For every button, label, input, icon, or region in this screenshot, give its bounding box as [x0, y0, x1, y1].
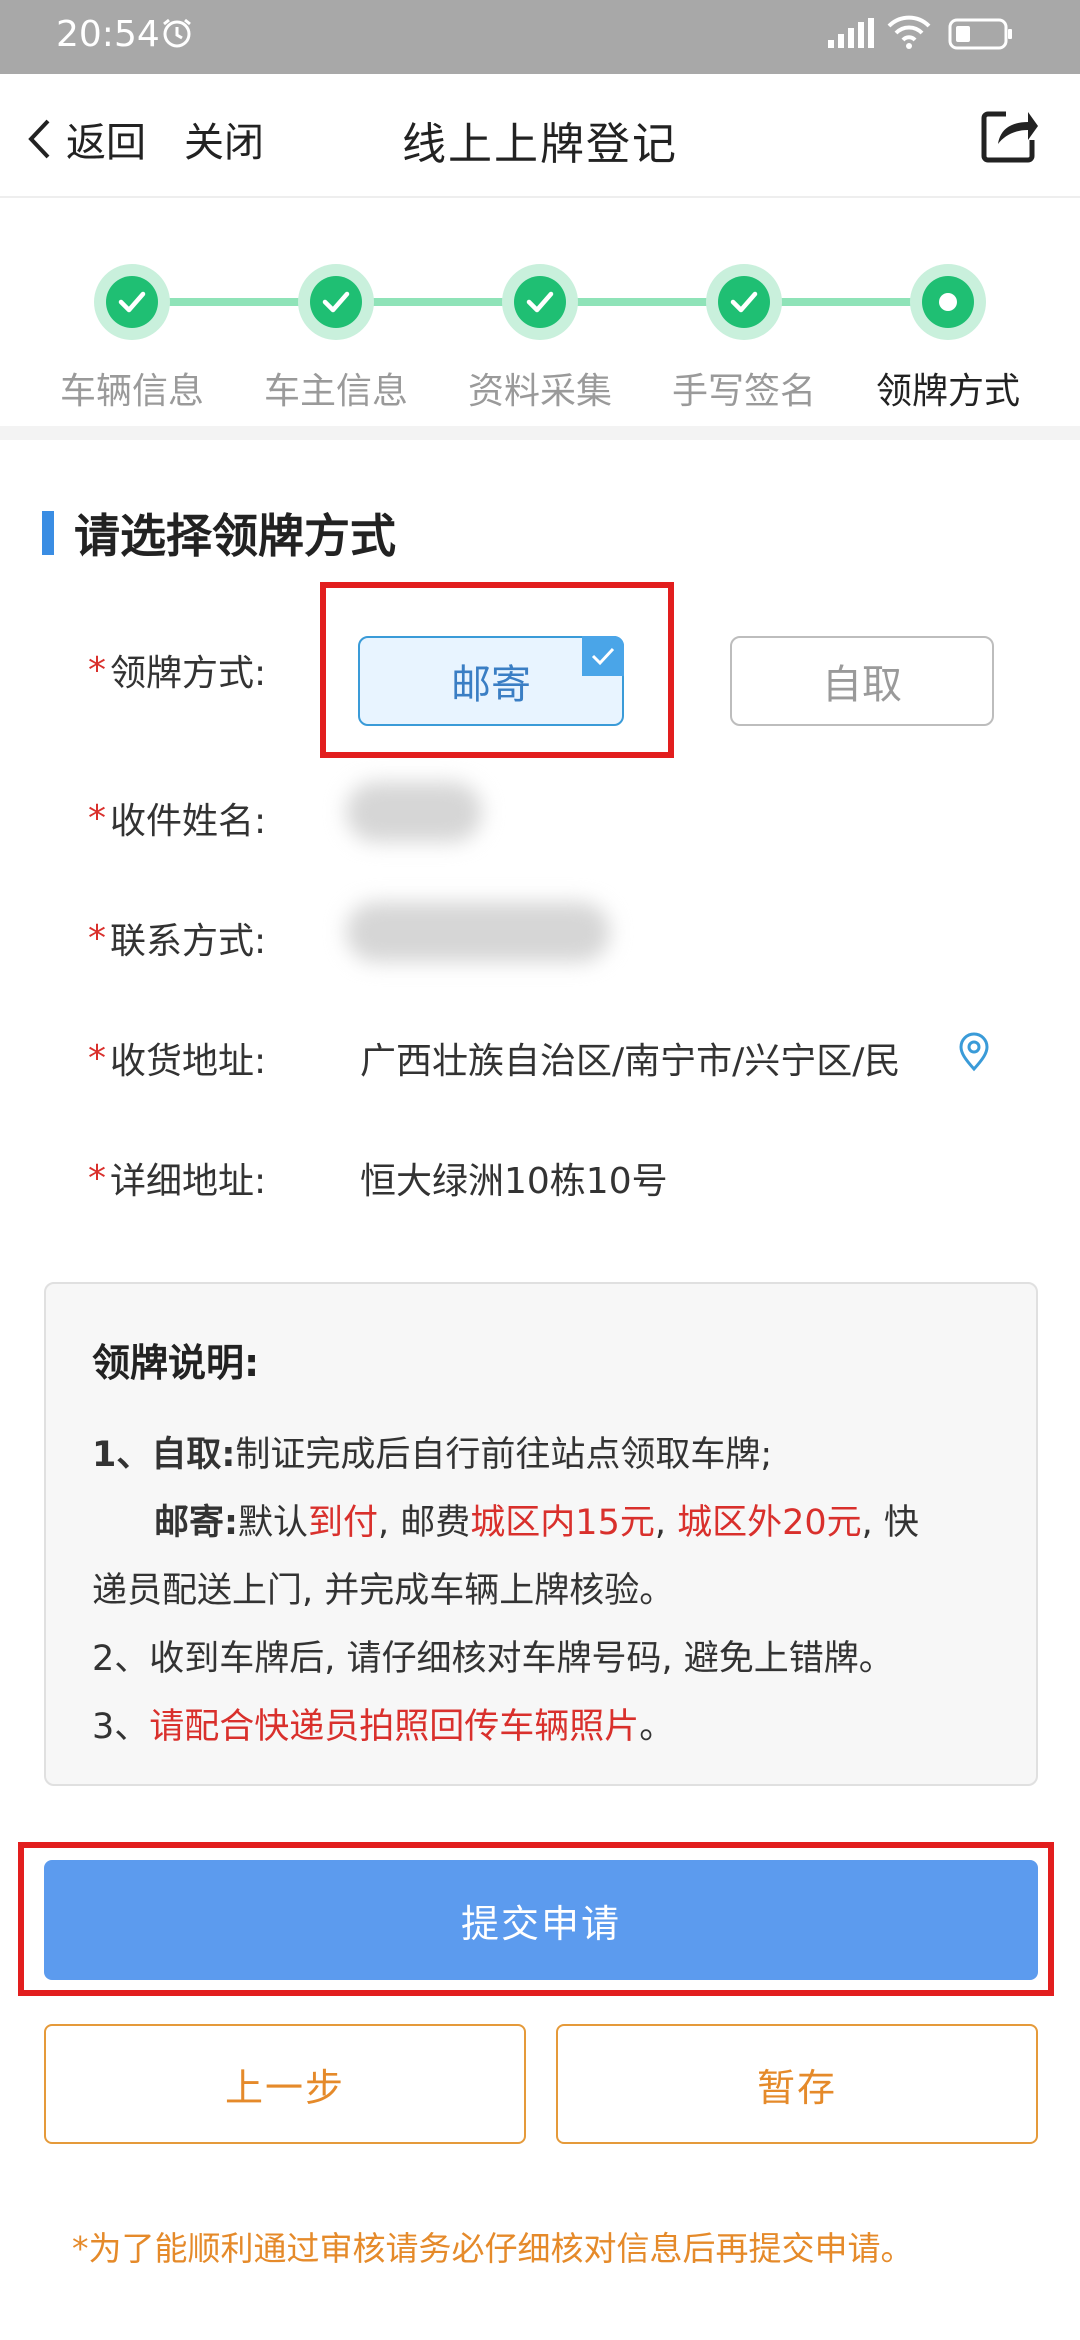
wifi-icon [886, 14, 932, 54]
notice-title: 领牌说明: [92, 1341, 260, 1385]
share-button[interactable] [978, 104, 1040, 170]
share-icon [981, 111, 1038, 163]
notice-box: 领牌说明: 1、自取:制证完成后自行前往站点领取车牌; 邮寄:默认到付, 邮费城… [44, 1282, 1038, 1786]
required-mark: * [88, 1037, 106, 1079]
notice-l2-e: , [654, 1503, 678, 1543]
step-4: 手写签名 [664, 264, 824, 414]
battery-icon [948, 18, 1014, 54]
name-row-label: * 收件姓名: [88, 792, 266, 844]
check-icon [310, 276, 362, 328]
alarm-icon [160, 16, 194, 54]
current-step-dot-icon [922, 276, 974, 328]
detail-row-label: * 详细地址: [88, 1152, 266, 1204]
section-accent-bar [42, 511, 54, 555]
option-self-label: 自取 [822, 662, 902, 708]
notice-l5-red: 请配合快递员拍照回传车辆照片 [149, 1707, 640, 1747]
notice-line-1: 1、自取:制证完成后自行前往站点领取车牌; [92, 1421, 990, 1489]
notice-l2-f: 城区外20元 [677, 1503, 862, 1543]
notice-line-3: 递员配送上门, 并完成车辆上牌核验。 [92, 1571, 675, 1611]
required-mark: * [88, 917, 106, 959]
notice-l2-d: 城区内15元 [470, 1503, 655, 1543]
location-pin-icon[interactable] [956, 1032, 992, 1076]
notice-line-2: 邮寄:默认到付, 邮费城区内15元, 城区外20元, 快 [92, 1489, 990, 1557]
page-title: 线上上牌登记 [402, 119, 678, 170]
step-3: 资料采集 [460, 264, 620, 414]
status-time: 20:54 [56, 14, 160, 55]
notice-l5-head: 3、 [92, 1707, 150, 1747]
notice-line-5: 3、请配合快递员拍照回传车辆照片。 [92, 1693, 990, 1761]
notice-line-4: 2、收到车牌后, 请仔细核对车牌号码, 避免上错牌。 [92, 1639, 894, 1679]
address-label: 收货地址: [110, 1041, 267, 1082]
footnote: *为了能顺利通过审核请务必仔细核对信息后再提交申请。 [72, 2229, 914, 2268]
check-icon [718, 276, 770, 328]
check-icon [106, 276, 158, 328]
status-bar: 20:54 [0, 0, 1080, 74]
save-draft-button[interactable]: 暂存 [556, 2024, 1038, 2144]
step-label: 车主信息 [263, 371, 408, 412]
address-row-label: * 收货地址: [88, 1032, 266, 1084]
nav-bar: 返回 关闭 线上上牌登记 [0, 74, 1080, 198]
method-label: 领牌方式: [110, 653, 267, 694]
method-row-label: * 领牌方式: [88, 644, 266, 696]
notice-l1-text: 制证完成后自行前往站点领取车牌; [235, 1435, 773, 1475]
step-label: 手写签名 [671, 371, 816, 412]
required-mark: * [88, 1157, 106, 1199]
option-self-pickup-button[interactable]: 自取 [730, 636, 994, 726]
section-title-text: 请选择领牌方式 [74, 509, 396, 563]
section-title: 请选择领牌方式 [42, 500, 396, 566]
name-label: 收件姓名: [110, 801, 267, 842]
previous-step-button[interactable]: 上一步 [44, 2024, 526, 2144]
notice-l2-b: 到付 [308, 1503, 379, 1543]
step-label: 领牌方式 [875, 371, 1020, 412]
detail-address-value[interactable]: 恒大绿洲10栋10号 [360, 1152, 668, 1204]
highlight-box-method [320, 582, 674, 758]
step-2: 车主信息 [256, 264, 416, 414]
address-value[interactable]: 广西壮族自治区/南宁市/兴宁区/民 [360, 1032, 936, 1084]
notice-l1-head: 1、自取: [92, 1435, 236, 1475]
step-1: 车辆信息 [52, 264, 212, 414]
recipient-name-redacted[interactable] [346, 782, 482, 842]
step-indicator: 车辆信息 车主信息 资料采集 手写签名 领牌方式 [0, 212, 1080, 440]
highlight-box-submit [18, 1842, 1054, 1996]
notice-l2-g: , 快 [861, 1503, 919, 1543]
step-label: 资料采集 [467, 371, 612, 412]
contact-label: 联系方式: [110, 921, 267, 962]
contact-row-label: * 联系方式: [88, 912, 266, 964]
required-mark: * [88, 797, 106, 839]
step-5: 领牌方式 [868, 264, 1028, 414]
required-mark: * [88, 649, 106, 691]
notice-l2-c: , 邮费 [378, 1503, 471, 1543]
signal-icon [828, 18, 874, 52]
contact-phone-redacted[interactable] [346, 902, 610, 962]
notice-l2-head: 邮寄: [154, 1503, 238, 1543]
notice-l5-tail: 。 [639, 1707, 675, 1747]
step-label: 车辆信息 [59, 371, 204, 412]
detail-label: 详细地址: [110, 1161, 267, 1202]
check-icon [514, 276, 566, 328]
notice-l2-a: 默认 [238, 1503, 309, 1543]
